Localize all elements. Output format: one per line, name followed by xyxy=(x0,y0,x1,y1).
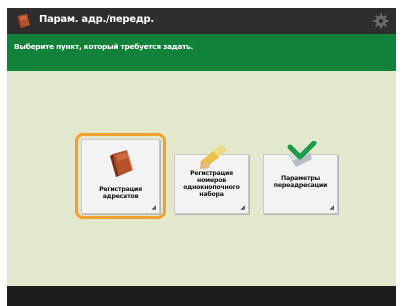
bottom-bar xyxy=(7,286,396,306)
tile-forwarding-settings[interactable]: Параметры переадресации ◢ xyxy=(263,141,338,214)
instruction-text: Выберите пункт, который требуется задать… xyxy=(14,42,193,51)
tile-register-destinations[interactable]: Регистрация адресатов ◢ xyxy=(81,139,160,214)
tile-register-one-touch[interactable]: Регистрация номеров однокнопочного набор… xyxy=(174,144,249,214)
one-touch-pen-icon xyxy=(200,144,227,169)
corner-arrow-icon: ◢ xyxy=(240,204,245,211)
gear-icon[interactable] xyxy=(372,12,390,30)
tile-label: Регистрация адресатов xyxy=(99,186,142,200)
forwarding-arrow-icon xyxy=(287,141,317,167)
instruction-banner: Выберите пункт, который требуется задать… xyxy=(7,34,396,71)
corner-arrow-icon: ◢ xyxy=(329,204,334,211)
address-book-icon xyxy=(110,150,133,177)
title-bar: Парам. адр./передр. xyxy=(7,8,396,34)
address-book-icon xyxy=(16,13,32,29)
tile-label: Параметры переадресации xyxy=(273,175,328,189)
corner-arrow-icon: ◢ xyxy=(151,204,156,211)
screen: Парам. адр./передр. Выберите пункт, кото… xyxy=(7,8,396,306)
window-title: Парам. адр./передр. xyxy=(39,14,154,25)
tile-label: Регистрация номеров однокнопочного набор… xyxy=(183,170,240,198)
